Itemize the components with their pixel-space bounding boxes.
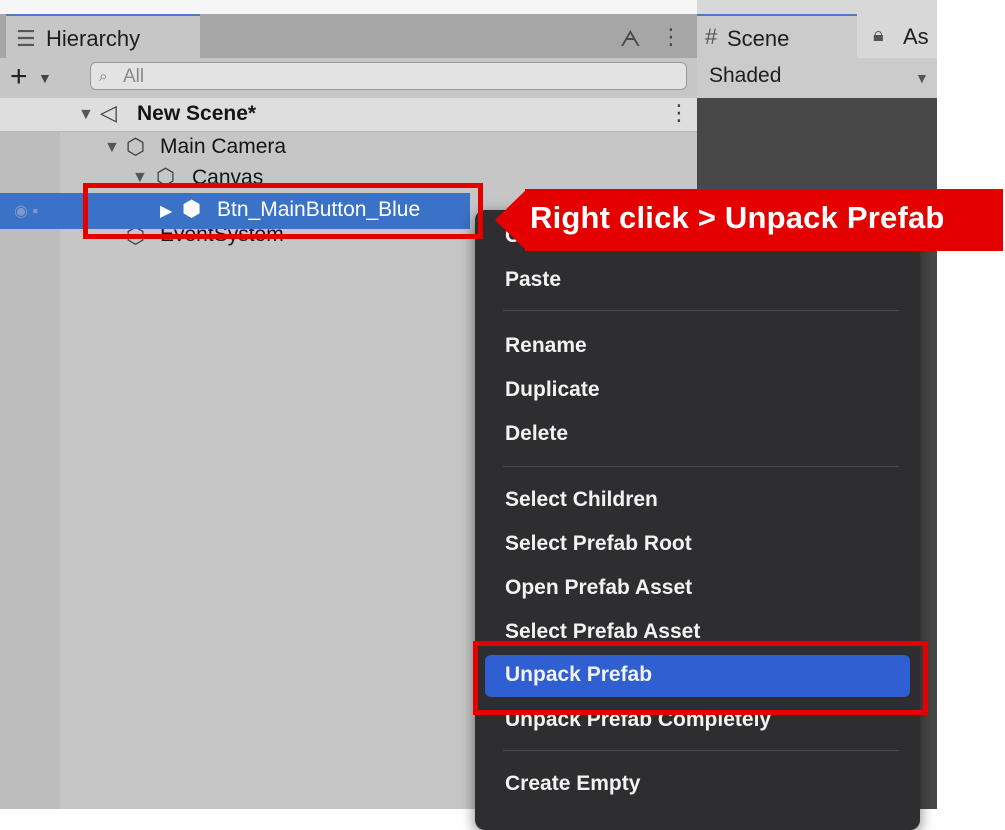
highlight-box-unpack-prefab: [473, 641, 928, 715]
menu-separator: [503, 310, 899, 311]
tab-hierarchy[interactable]: ☰ Hierarchy: [6, 14, 200, 58]
context-menu: Copy Paste Rename Duplicate Delete Selec…: [475, 210, 920, 830]
list-item[interactable]: ▼ ⬡ Main Camera: [0, 132, 697, 164]
panel-menu-icon[interactable]: ⋮: [660, 24, 682, 50]
gameobject-icon: ⬡: [126, 134, 146, 159]
scene-menu-icon[interactable]: ⋮: [668, 100, 690, 126]
menu-item-rename[interactable]: Rename: [505, 334, 587, 358]
expand-arrow-icon[interactable]: ▼: [78, 106, 94, 124]
list-icon: ☰: [16, 26, 36, 51]
menu-item-delete[interactable]: Delete: [505, 422, 568, 446]
unity-scene-icon: ◁: [100, 100, 117, 125]
hash-icon: #: [705, 24, 718, 49]
search-icon: ⌕: [99, 68, 108, 85]
add-icon[interactable]: +: [10, 62, 28, 92]
scene-root-row[interactable]: ▼ ◁ New Scene* ⋮: [0, 98, 697, 132]
search-placeholder: All: [123, 66, 145, 87]
tab-scene-label: Scene: [727, 26, 790, 51]
tab-scene[interactable]: # Scene: [697, 14, 857, 58]
menu-item-select-children[interactable]: Select Children: [505, 488, 658, 512]
menu-item-open-prefab-asset[interactable]: Open Prefab Asset: [505, 576, 692, 600]
menu-separator: [503, 466, 899, 467]
menu-item-select-prefab-root[interactable]: Select Prefab Root: [505, 532, 692, 556]
hierarchy-toolbar: + ▼ ⌕ All: [0, 58, 697, 98]
chevron-down-icon[interactable]: ▼: [915, 70, 929, 86]
menu-separator: [503, 750, 899, 751]
scene-name: New Scene*: [137, 102, 257, 125]
expand-arrow-icon[interactable]: ▼: [104, 139, 120, 157]
hierarchy-search-input[interactable]: ⌕ All: [90, 62, 687, 90]
visibility-eye-icon[interactable]: ◉ ▪: [14, 201, 38, 221]
list-item-label: Main Camera: [160, 135, 287, 158]
window-top-strip: [0, 0, 697, 14]
highlight-box-selected-item: [83, 183, 483, 239]
callout-text: Right click > Unpack Prefab: [530, 200, 945, 235]
asset-store-bag-icon: 🔒︎: [873, 24, 884, 46]
menu-item-duplicate[interactable]: Duplicate: [505, 378, 600, 402]
background-margin: [937, 0, 1005, 809]
tab-hierarchy-label: Hierarchy: [46, 26, 141, 51]
menu-item-create-empty[interactable]: Create Empty: [505, 772, 640, 796]
lock-icon[interactable]: ᗅ: [620, 26, 641, 52]
scene-toolbar: Shaded ▼: [697, 58, 937, 98]
menu-item-paste[interactable]: Paste: [505, 268, 561, 292]
callout-arrow: [495, 189, 527, 251]
shading-mode-dropdown[interactable]: Shaded: [709, 64, 781, 88]
tab-asset-store-label[interactable]: As: [903, 24, 929, 50]
chevron-down-icon[interactable]: ▼: [38, 70, 52, 86]
